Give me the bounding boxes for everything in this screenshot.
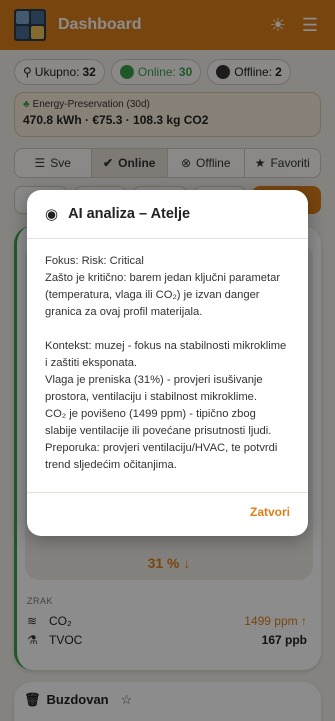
dialog-body: Fokus: Risk: Critical Zašto je kritično:… (27, 239, 308, 493)
dialog-footer: Zatvori (27, 493, 308, 531)
close-button[interactable]: Zatvori (250, 505, 290, 519)
ai-analysis-dialog: ◉ AI analiza – Atelje Fokus: Risk: Criti… (27, 190, 308, 536)
brain-icon: ◉ (45, 206, 59, 223)
dialog-title: AI analiza – Atelje (68, 206, 191, 222)
dialog-header: ◉ AI analiza – Atelje (27, 190, 308, 239)
